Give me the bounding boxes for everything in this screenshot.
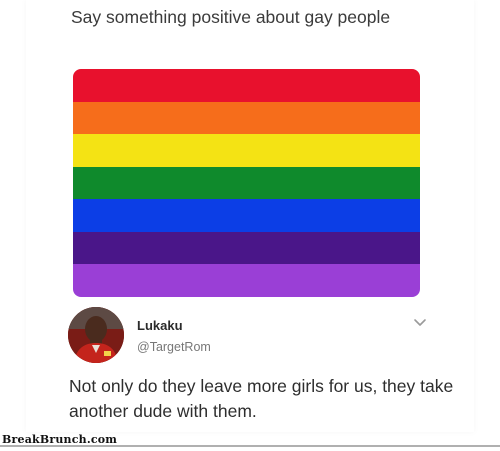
flag-stripe-orange xyxy=(73,101,420,135)
author-handle[interactable]: @TargetRom xyxy=(137,340,211,354)
post-question: Say something positive about gay people xyxy=(71,7,391,27)
flag-stripe-yellow xyxy=(73,134,420,167)
flag-stripe-blue xyxy=(73,199,420,232)
avatar-image xyxy=(68,307,124,363)
author-name[interactable]: Lukaku xyxy=(137,318,183,333)
flag-stripe-indigo xyxy=(73,231,420,265)
divider xyxy=(0,445,500,447)
chevron-down-icon[interactable] xyxy=(413,318,427,328)
flag-stripe-red xyxy=(73,69,420,102)
flag-stripe-violet xyxy=(73,264,420,297)
flag-stripe-green xyxy=(73,166,420,200)
rainbow-flag-image xyxy=(73,69,420,297)
avatar[interactable] xyxy=(68,307,124,363)
reply-text: Not only do they leave more girls for us… xyxy=(69,376,454,421)
